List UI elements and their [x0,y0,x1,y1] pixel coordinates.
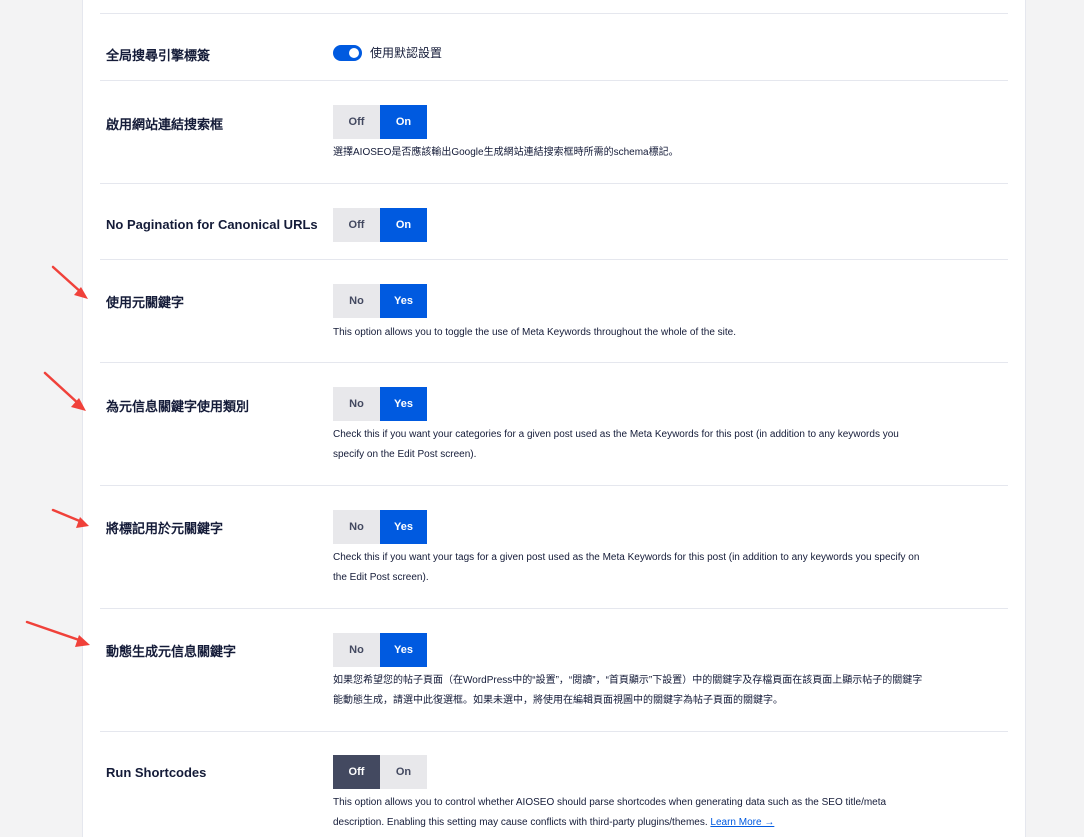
yes-button[interactable]: Yes [380,284,427,318]
settings-card: 全局搜尋引擎標簽 使用默認設置 啟用網站連結搜索框 Off On 選擇AIOSE… [82,0,1026,837]
red-arrow-annotation-icon [51,508,89,528]
description-line: description. Enabling this setting may c… [333,813,1003,833]
switch-knob [349,47,359,58]
description-line: the Edit Post screen). [333,572,429,583]
setting-description: Check this if you want your tags for a g… [333,548,1003,588]
description-line: This option allows you to control whethe… [333,797,887,808]
meta-keywords-toggle: No Yes [333,284,427,318]
setting-description: This option allows you to control whethe… [333,793,1003,833]
setting-description: This option allows you to toggle the use… [333,327,737,338]
description-line: Check this if you want your categories f… [333,429,899,440]
setting-label: 全局搜尋引擎標簽 [106,48,211,63]
off-button[interactable]: Off [333,208,380,242]
no-button[interactable]: No [333,510,380,544]
red-arrow-annotation-icon [43,371,86,411]
setting-description: Check this if you want your categories f… [333,425,1003,465]
on-button[interactable]: On [380,208,427,242]
off-button[interactable]: Off [333,105,380,139]
description-text: description. Enabling this setting may c… [333,817,708,828]
setting-label: 為元信息關鍵字使用類別 [106,399,250,414]
setting-row-global-robots: 全局搜尋引擎標簽 使用默認設置 [100,14,1008,81]
description-line: 能動態生成，請選中此復選框。如果未選中，將使用在編輯頁面視圖中的關鍵字為帖子頁面… [333,695,783,706]
no-button[interactable]: No [333,284,380,318]
no-pagination-toggle: Off On [333,208,427,242]
setting-description: 選擇AIOSEO是否應該輸出Google生成網站連結搜索框時所需的schema標… [333,147,679,158]
yes-button[interactable]: Yes [380,510,427,544]
on-button[interactable]: On [380,755,427,789]
on-button[interactable]: On [380,105,427,139]
no-button[interactable]: No [333,633,380,667]
learn-more-link[interactable]: Learn More → [710,817,774,828]
red-arrow-annotation-icon [51,265,88,299]
setting-description: 如果您希望您的帖子頁面（在WordPress中的“設置”，“閱讀”，“首頁顯示”… [333,671,1003,711]
setting-label: 使用元關鍵字 [106,295,185,310]
setting-row-categories-keywords: 為元信息關鍵字使用類別 No Yes Check this if you wan… [100,363,1008,486]
description-line: 如果您希望您的帖子頁面（在WordPress中的“設置”，“閱讀”，“首頁顯示”… [333,675,923,686]
setting-row-dynamic-keywords: 動態生成元信息關鍵字 No Yes 如果您希望您的帖子頁面（在WordPress… [100,609,1008,732]
setting-row-meta-keywords: 使用元關鍵字 No Yes This option allows you to … [100,260,1008,363]
run-shortcodes-toggle: Off On [333,755,427,789]
sitelinks-toggle: Off On [333,105,427,139]
default-settings-switch-wrap: 使用默認設置 [333,44,442,61]
description-line: Check this if you want your tags for a g… [333,552,920,563]
categories-keywords-toggle: No Yes [333,387,427,421]
description-line: specify on the Edit Post screen). [333,449,477,460]
use-default-settings-switch[interactable] [333,44,362,61]
no-button[interactable]: No [333,387,380,421]
setting-label: 啟用網站連結搜索框 [106,117,224,132]
setting-label: 將標記用於元關鍵字 [106,521,224,536]
tags-keywords-toggle: No Yes [333,510,427,544]
setting-label: No Pagination for Canonical URLs [106,217,318,232]
setting-row-no-pagination: No Pagination for Canonical URLs Off On [100,184,1008,260]
switch-label: 使用默認設置 [370,46,443,60]
yes-button[interactable]: Yes [380,633,427,667]
dynamic-keywords-toggle: No Yes [333,633,427,667]
setting-label: Run Shortcodes [106,765,207,780]
off-button[interactable]: Off [333,755,380,789]
setting-row-run-shortcodes: Run Shortcodes Off On This option allows… [100,732,1008,837]
yes-button[interactable]: Yes [380,387,427,421]
setting-row-sitelinks: 啟用網站連結搜索框 Off On 選擇AIOSEO是否應該輸出Google生成網… [100,81,1008,184]
setting-row-tags-keywords: 將標記用於元關鍵字 No Yes Check this if you want … [100,486,1008,609]
setting-label: 動態生成元信息關鍵字 [106,644,237,659]
red-arrow-annotation-icon [25,620,90,647]
